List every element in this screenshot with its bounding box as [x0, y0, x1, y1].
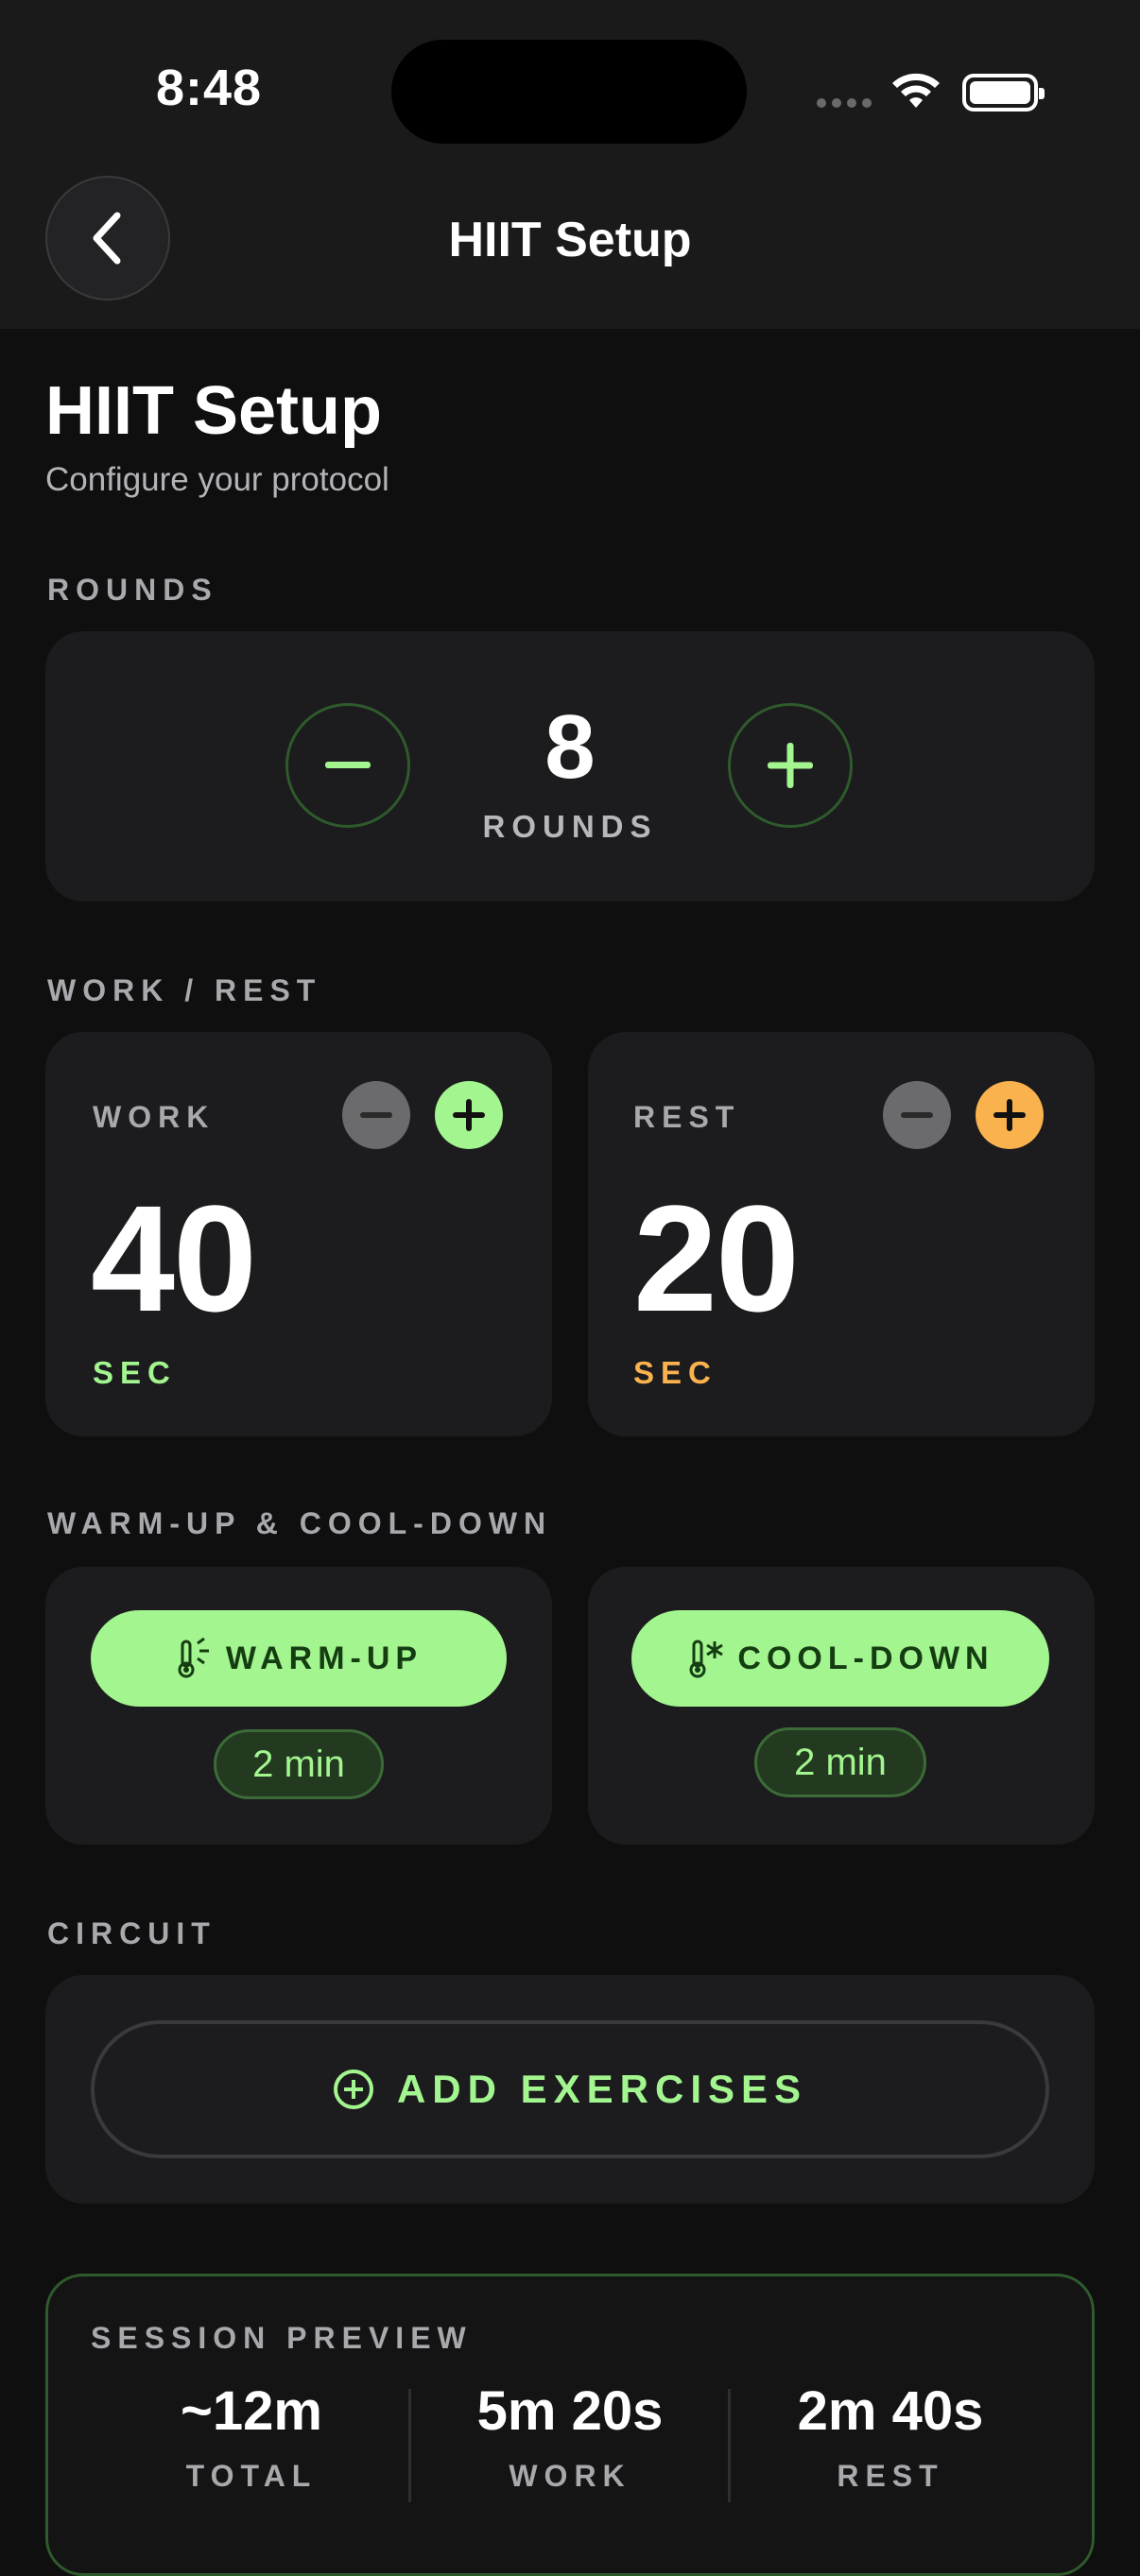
warmup-label: WARM-UP [225, 1640, 423, 1676]
rounds-unit-label: ROUNDS [482, 809, 658, 844]
plus-icon [768, 743, 813, 788]
section-label-rounds: ROUNDS [47, 573, 218, 607]
stat-total-label: TOTAL [185, 2459, 318, 2493]
stat-rest-label: REST [837, 2459, 944, 2493]
plus-circle-icon [333, 2069, 373, 2109]
dynamic-island [391, 40, 747, 144]
section-label-circuit: CIRCUIT [47, 1916, 216, 1950]
stat-divider [408, 2389, 411, 2502]
thermometer-sun-icon [178, 1638, 209, 1678]
page-subtitle: Configure your protocol [45, 461, 389, 498]
stat-rest-value: 2m 40s [797, 2380, 984, 2442]
status-bar: 8:48 [0, 0, 1140, 170]
work-increment-button[interactable] [435, 1081, 503, 1149]
navigation-bar: HIIT Setup [0, 170, 1140, 329]
warmup-toggle-button[interactable]: WARM-UP [91, 1610, 507, 1707]
stat-work-value: 5m 20s [476, 2380, 664, 2442]
rounds-value: 8 [544, 696, 596, 798]
rest-value: 20 [633, 1174, 800, 1343]
session-preview-title: SESSION PREVIEW [91, 2321, 473, 2355]
battery-icon [962, 74, 1045, 112]
minus-icon [360, 1112, 392, 1118]
rest-increment-button[interactable] [976, 1081, 1044, 1149]
rounds-increment-button[interactable] [728, 703, 853, 828]
cooldown-duration-badge[interactable]: 2 min [754, 1727, 926, 1797]
minus-icon [901, 1112, 933, 1118]
plus-icon [453, 1099, 485, 1131]
warmup-duration-badge[interactable]: 2 min [214, 1729, 384, 1799]
wifi-icon [892, 73, 940, 108]
section-label-work-rest: WORK / REST [47, 973, 322, 1007]
stat-divider [728, 2389, 731, 2502]
rest-label: REST [633, 1100, 741, 1134]
nav-title: HIIT Setup [448, 213, 692, 267]
page-title: HIIT Setup [45, 373, 382, 449]
work-decrement-button[interactable] [342, 1081, 410, 1149]
thermometer-snowflake-icon [689, 1640, 724, 1678]
cooldown-label: COOL-DOWN [737, 1640, 994, 1676]
work-value: 40 [91, 1174, 257, 1343]
add-exercises-label: ADD EXERCISES [396, 2067, 808, 2111]
stat-total-value: ~12m [181, 2380, 322, 2442]
cooldown-toggle-button[interactable]: COOL-DOWN [631, 1610, 1049, 1707]
rest-unit-label: SEC [633, 1355, 717, 1390]
work-unit-label: SEC [93, 1355, 177, 1390]
stat-work-label: WORK [509, 2459, 631, 2493]
rest-decrement-button[interactable] [883, 1081, 951, 1149]
work-label: WORK [93, 1100, 216, 1134]
section-label-warm-cool: WARM-UP & COOL-DOWN [47, 1506, 553, 1540]
plus-icon [993, 1099, 1026, 1131]
status-time: 8:48 [156, 60, 263, 116]
add-exercises-button[interactable]: ADD EXERCISES [91, 2020, 1049, 2158]
cellular-signal-icon [817, 98, 872, 108]
